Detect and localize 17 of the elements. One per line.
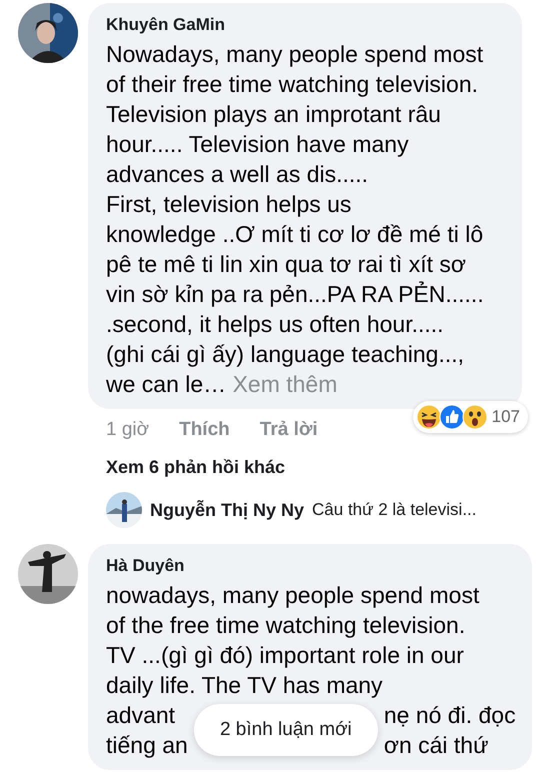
- comment-time: 1 giờ: [106, 419, 150, 441]
- reply-preview-text[interactable]: Câu thứ 2 là televisi...: [312, 500, 476, 520]
- reply-author[interactable]: Nguyễn Thị Ny Ny: [150, 500, 304, 520]
- view-more-replies-link[interactable]: Xem 6 phản hồi khác: [88, 441, 522, 478]
- surprised-emoji-icon: [462, 404, 488, 430]
- like-icon: [438, 404, 465, 430]
- comment-author[interactable]: Hà Duyên: [106, 556, 516, 576]
- comment-author[interactable]: Khuyên GaMin: [106, 15, 506, 35]
- comment-text-fragment: tiếng an: [106, 731, 188, 760]
- comment-text: Nowadays, many people spend most of their free time watching television. Television plays an improtant râu hour..... Television have many advances a well as dis..... First, television helps us knowledge ..Ơ mít ti cơ lơ đề mé ti lô pê te mê ti lin xin qua tơ rai tì xít sơ vin sờ kỉn pa ra pẻn...PA RA PẺN...... .second, it helps us often hour..... (ghi cái gì ấy) language teaching..., we can le… Xem thêm: [106, 40, 485, 399]
- reactions-summary[interactable]: 107: [412, 401, 528, 433]
- comment-text-fragment: advant: [106, 701, 176, 730]
- comment-text-fragment: nẹ nó đi. đọc: [384, 701, 516, 730]
- laughing-emoji-icon: [416, 404, 442, 430]
- new-comments-pill[interactable]: 2 bình luận mới: [194, 704, 378, 756]
- reaction-count: 107: [492, 407, 520, 427]
- comment-text-fragment: ơn cái thứ: [384, 731, 490, 760]
